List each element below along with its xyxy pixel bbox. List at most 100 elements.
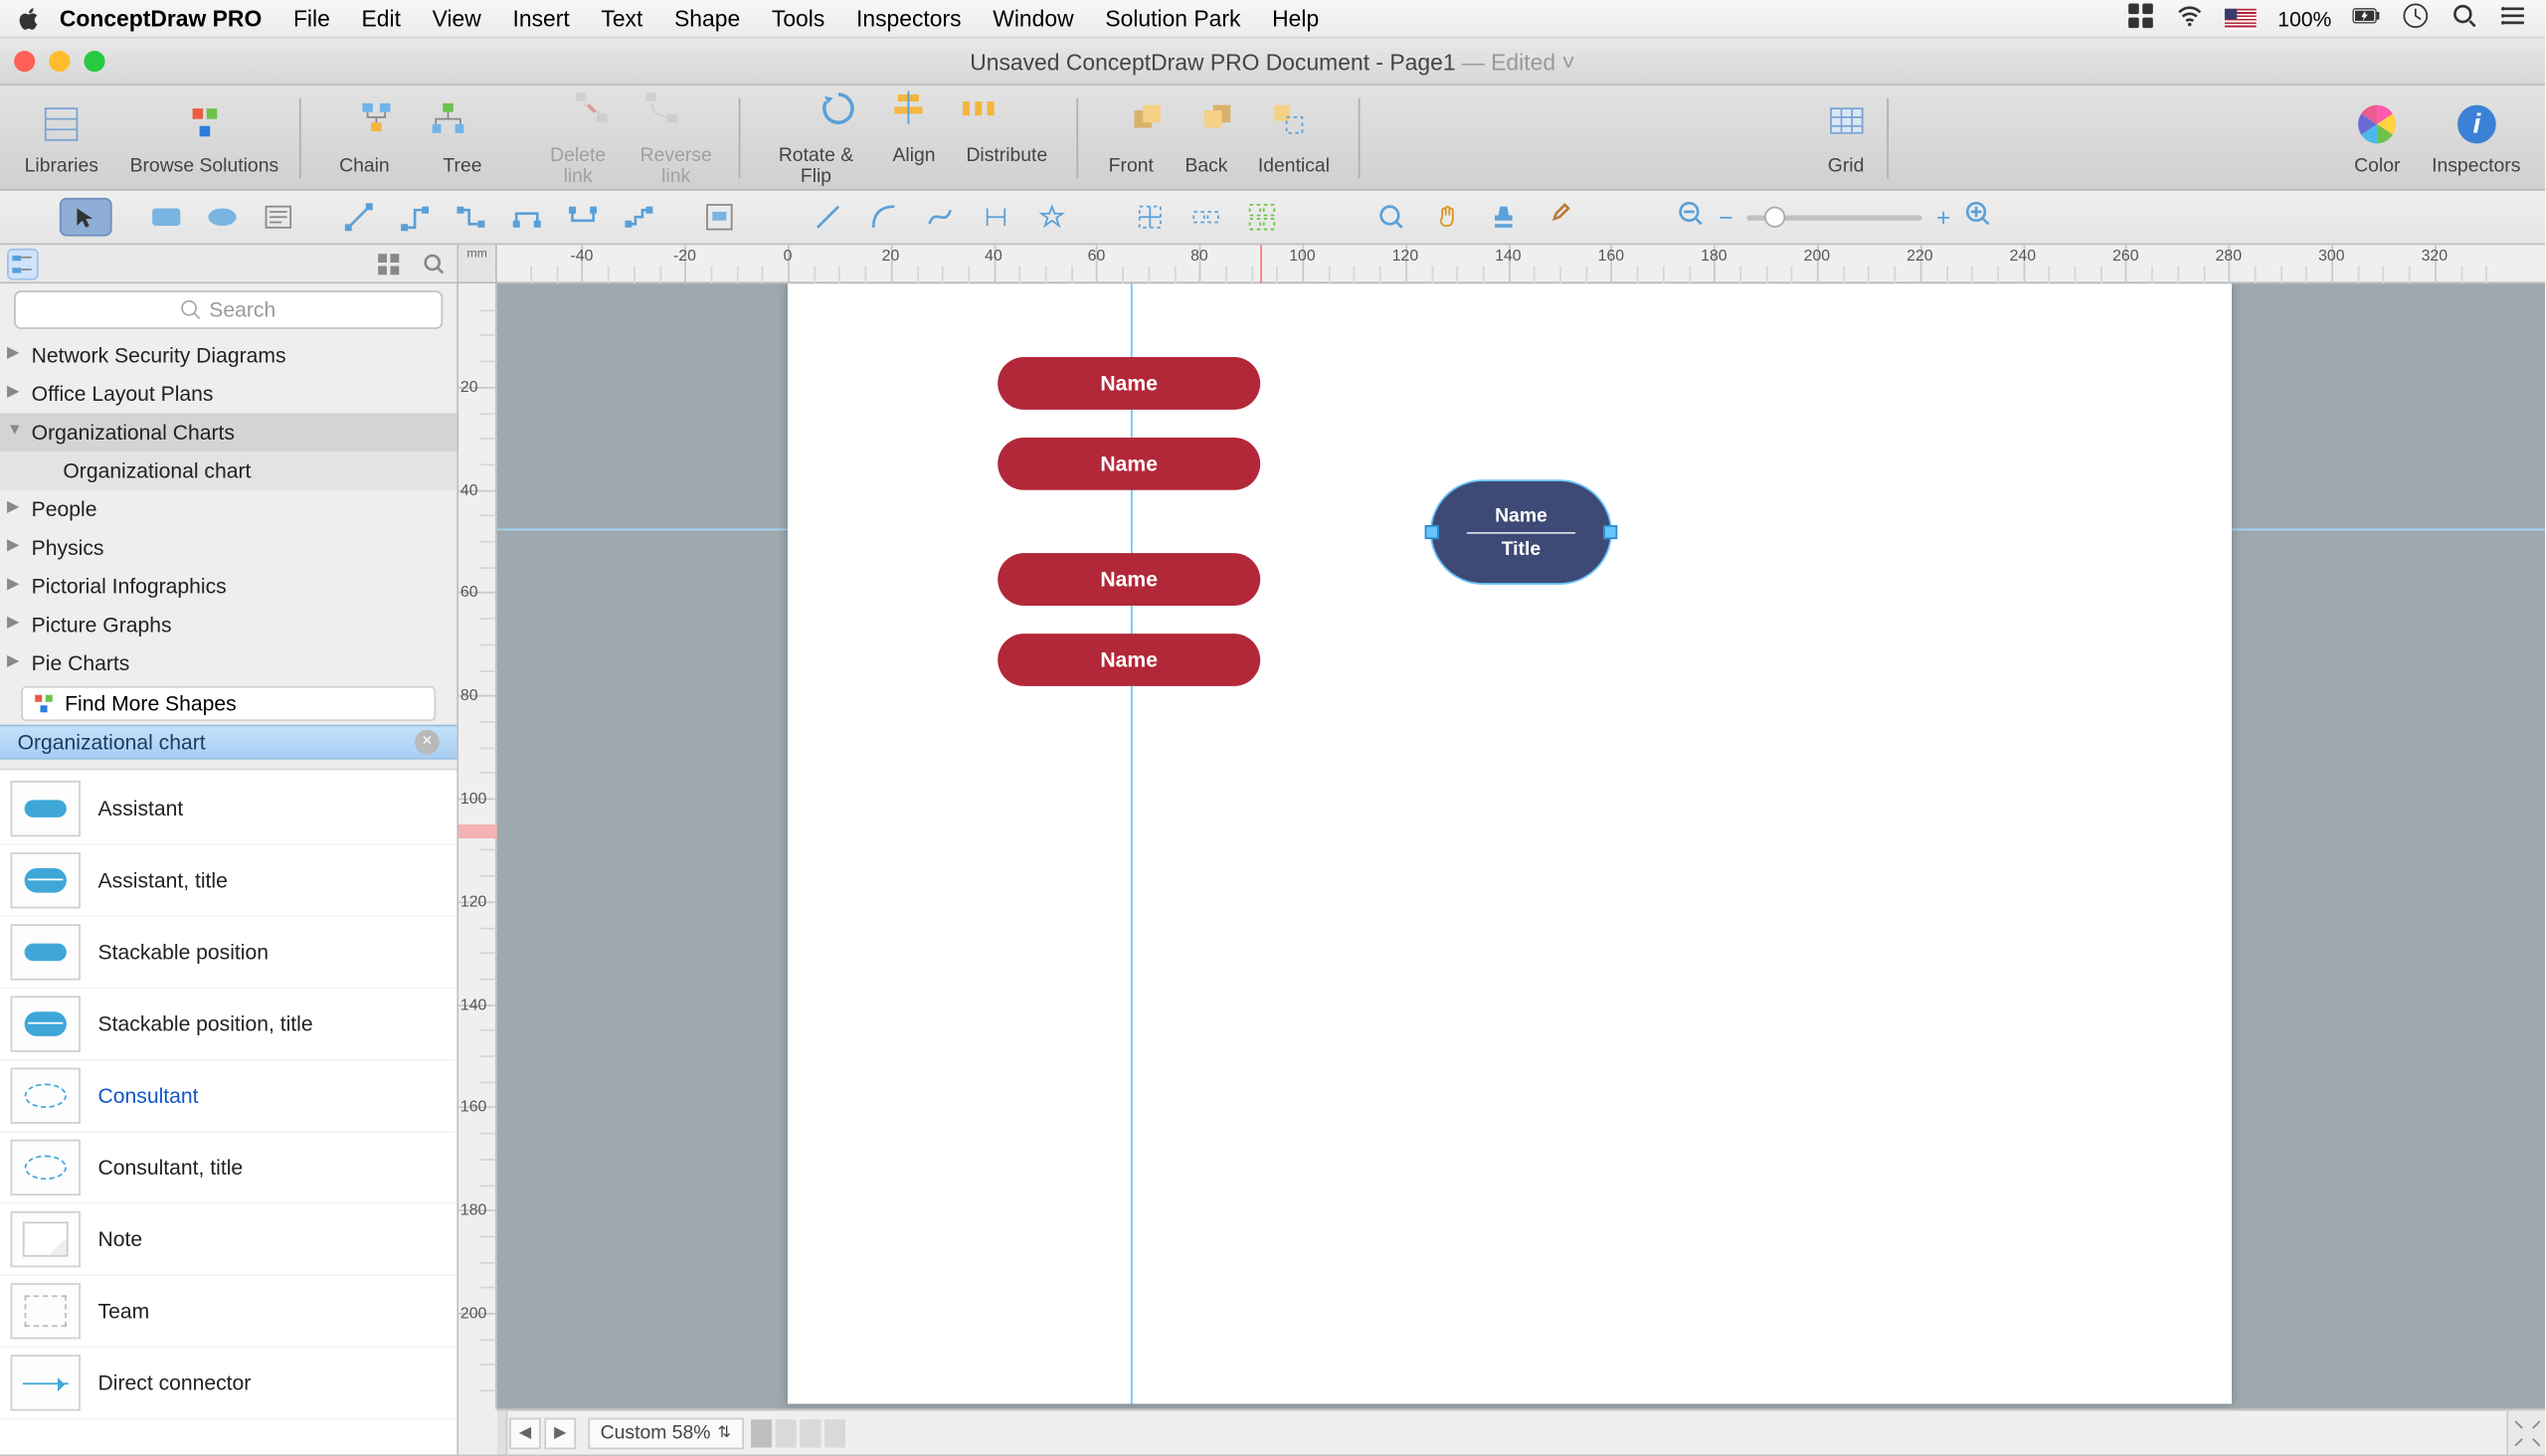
- org-position-shape[interactable]: Name: [998, 357, 1260, 410]
- library-search-view[interactable]: [419, 248, 451, 279]
- back-button[interactable]: [1199, 99, 1238, 147]
- rect-tool[interactable]: [140, 198, 193, 237]
- menu-window[interactable]: Window: [993, 5, 1073, 31]
- insert-shape-tool[interactable]: [693, 198, 746, 237]
- shape-item[interactable]: Stackable position: [0, 917, 456, 989]
- horizontal-ruler[interactable]: -40-200204060801001201401601802002202402…: [497, 245, 2545, 283]
- menu-insert[interactable]: Insert: [512, 5, 569, 31]
- front-button[interactable]: [1130, 99, 1169, 147]
- category-item[interactable]: Pie Charts: [0, 644, 456, 683]
- vertical-ruler[interactable]: 20406080100120140160180200: [458, 283, 497, 1409]
- stamp-tool[interactable]: [1477, 198, 1530, 237]
- dimension-tool[interactable]: [970, 198, 1022, 237]
- org-consultant-shape[interactable]: NameTitle: [1432, 481, 1611, 583]
- arc-tool[interactable]: [802, 198, 854, 237]
- wifi-icon[interactable]: [2176, 2, 2204, 35]
- zoom-select[interactable]: Custom 58%⇅: [588, 1417, 743, 1449]
- category-item[interactable]: Office Layout Plans: [0, 375, 456, 414]
- menu-file[interactable]: File: [293, 5, 330, 31]
- category-item[interactable]: Picture Graphs: [0, 606, 456, 644]
- minimize-window-button[interactable]: [49, 51, 70, 72]
- grid-button[interactable]: Grid: [1813, 86, 1880, 189]
- category-item[interactable]: Network Security Diagrams: [0, 336, 456, 375]
- libraries-button[interactable]: Libraries: [11, 86, 112, 189]
- zoom-window-button[interactable]: [84, 51, 104, 72]
- shape-item[interactable]: Consultant, title: [0, 1133, 456, 1204]
- menu-text[interactable]: Text: [601, 5, 642, 31]
- ruler-unit-label[interactable]: mm: [458, 245, 497, 283]
- category-item[interactable]: Organizational Charts: [0, 413, 456, 452]
- org-position-shape[interactable]: Name: [998, 438, 1260, 490]
- star-tool[interactable]: [1025, 198, 1078, 237]
- connector-u-tool[interactable]: [557, 198, 610, 237]
- page-tab-add[interactable]: [775, 1418, 796, 1446]
- page-tabs[interactable]: [750, 1418, 844, 1446]
- menu-tools[interactable]: Tools: [772, 5, 824, 31]
- org-position-shape[interactable]: Name: [998, 634, 1260, 686]
- shape-item[interactable]: Note: [0, 1204, 456, 1276]
- chain-button[interactable]: [359, 99, 398, 147]
- tree-button[interactable]: [430, 99, 468, 147]
- connector-n-tool[interactable]: [500, 198, 553, 237]
- align-button[interactable]: [889, 90, 928, 137]
- text-tool[interactable]: [252, 198, 304, 237]
- connector-l-tool[interactable]: [389, 198, 442, 237]
- identical-button[interactable]: [1269, 99, 1308, 147]
- reverse-link-button[interactable]: [642, 90, 681, 137]
- scroll-splitter[interactable]: [497, 1411, 508, 1455]
- shape-item[interactable]: Direct connector: [0, 1348, 456, 1419]
- page-tab-extra1[interactable]: [799, 1418, 819, 1446]
- menu-view[interactable]: View: [433, 5, 481, 31]
- category-item[interactable]: Physics: [0, 529, 456, 568]
- canvas-viewport[interactable]: Name Name Name Name NameTitle: [497, 283, 2545, 1409]
- menu-extras-icon[interactable]: [2499, 2, 2527, 35]
- spotlight-icon[interactable]: [2451, 2, 2478, 35]
- select-similar-tool[interactable]: [1180, 198, 1232, 237]
- zoom-out-button[interactable]: [1677, 199, 1705, 236]
- eyedropper-tool[interactable]: [1534, 198, 1586, 237]
- menu-shape[interactable]: Shape: [674, 5, 740, 31]
- next-page-button[interactable]: ▶: [544, 1417, 576, 1449]
- library-tree-tab[interactable]: [7, 248, 39, 279]
- browse-solutions-button[interactable]: Browse Solutions: [115, 86, 292, 189]
- page-tab-extra2[interactable]: [823, 1418, 844, 1446]
- category-subitem[interactable]: Organizational chart: [0, 452, 456, 490]
- zoom-tool[interactable]: [1365, 198, 1418, 237]
- connector-z-tool[interactable]: [445, 198, 497, 237]
- line-tool[interactable]: [332, 198, 385, 237]
- pointer-tool[interactable]: [60, 198, 112, 237]
- category-item[interactable]: Pictorial Infographics: [0, 567, 456, 606]
- battery-icon[interactable]: [2352, 2, 2380, 35]
- library-grid-view[interactable]: [373, 248, 405, 279]
- shape-item[interactable]: Assistant, title: [0, 845, 456, 917]
- curve-tool[interactable]: [857, 198, 910, 237]
- shape-item[interactable]: Consultant: [0, 1061, 456, 1133]
- spline-tool[interactable]: [914, 198, 967, 237]
- shape-item[interactable]: Stackable position, title: [0, 989, 456, 1060]
- org-position-shape[interactable]: Name: [998, 553, 1260, 606]
- page-tab-1[interactable]: [750, 1418, 771, 1446]
- delete-link-button[interactable]: [573, 90, 612, 137]
- zoom-in-button[interactable]: [1964, 199, 1992, 236]
- library-search-input[interactable]: Search: [14, 290, 443, 329]
- select-area-tool[interactable]: [1124, 198, 1177, 237]
- inspectors-button[interactable]: i Inspectors: [2418, 86, 2534, 189]
- category-item[interactable]: People: [0, 490, 456, 529]
- hand-tool[interactable]: [1421, 198, 1474, 237]
- library-header[interactable]: Organizational chart ×: [0, 725, 456, 760]
- menu-solution-park[interactable]: Solution Park: [1105, 5, 1240, 31]
- shape-item[interactable]: Team: [0, 1276, 456, 1348]
- close-window-button[interactable]: [14, 51, 35, 72]
- ellipse-tool[interactable]: [196, 198, 249, 237]
- menu-help[interactable]: Help: [1272, 5, 1319, 31]
- fit-to-window-button[interactable]: [2506, 1409, 2545, 1455]
- menu-inspectors[interactable]: Inspectors: [856, 5, 962, 31]
- menu-edit[interactable]: Edit: [361, 5, 400, 31]
- select-all-tool[interactable]: [1236, 198, 1289, 237]
- clock-icon[interactable]: [2402, 2, 2430, 35]
- close-library-button[interactable]: ×: [415, 730, 440, 755]
- app-name[interactable]: ConceptDraw PRO: [60, 5, 262, 31]
- find-more-shapes-button[interactable]: Find More Shapes: [21, 686, 436, 721]
- connector-step-tool[interactable]: [613, 198, 665, 237]
- shape-item[interactable]: Assistant: [0, 774, 456, 845]
